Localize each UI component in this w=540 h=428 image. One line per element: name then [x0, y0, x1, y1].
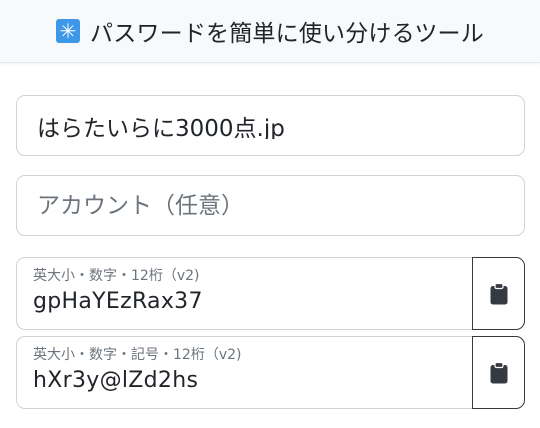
password-label: 英大小・数字・12桁（v2) — [33, 268, 200, 284]
site-input[interactable] — [37, 112, 524, 139]
password-value[interactable]: gpHaYEzRax37 — [33, 289, 472, 314]
copy-button-1[interactable] — [472, 257, 525, 330]
password-display-2[interactable]: 英大小・数字・記号・12桁（v2) hXr3y@lZd2hs — [16, 336, 472, 409]
password-label: 英大小・数字・記号・12桁（v2) — [33, 347, 242, 363]
copy-button-2[interactable] — [472, 336, 525, 409]
password-value[interactable]: hXr3y@lZd2hs — [33, 368, 472, 393]
app-header: ✳ パスワードを簡単に使い分けるツール — [0, 0, 540, 63]
password-display-1[interactable]: 英大小・数字・12桁（v2) gpHaYEzRax37 — [16, 257, 472, 330]
clipboard-icon — [490, 282, 507, 304]
page-title: パスワードを簡単に使い分けるツール — [90, 21, 484, 47]
site-field[interactable] — [16, 95, 525, 156]
account-input[interactable] — [37, 192, 524, 219]
password-row-1: 英大小・数字・12桁（v2) gpHaYEzRax37 — [16, 257, 525, 330]
clipboard-icon — [490, 361, 507, 383]
account-field[interactable] — [16, 175, 525, 236]
asterisk-logo-icon: ✳ — [56, 19, 81, 43]
password-row-2: 英大小・数字・記号・12桁（v2) hXr3y@lZd2hs — [16, 336, 525, 409]
